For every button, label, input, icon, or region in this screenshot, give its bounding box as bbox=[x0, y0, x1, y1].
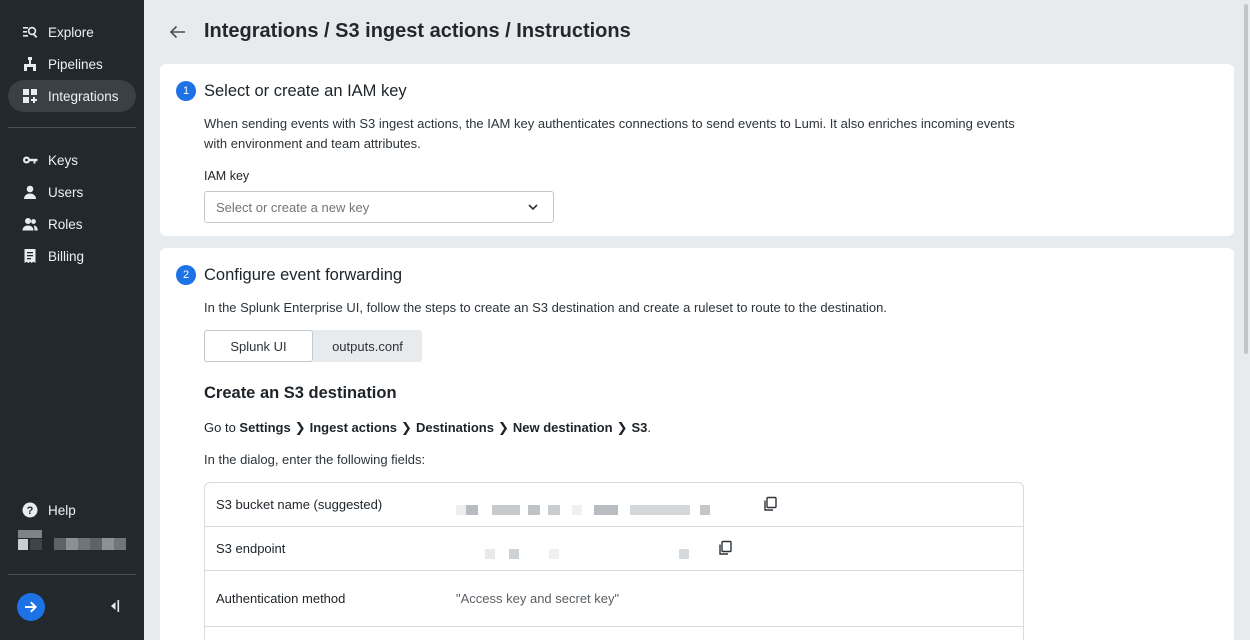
sidebar-item-pipelines[interactable]: Pipelines bbox=[8, 48, 136, 80]
chevron-right-icon: ❯ bbox=[497, 420, 509, 435]
scrollbar-thumb[interactable] bbox=[1244, 4, 1248, 354]
roles-icon bbox=[21, 215, 39, 233]
step2-description: In the Splunk Enterprise UI, follow the … bbox=[204, 300, 887, 315]
expand-action-button[interactable] bbox=[17, 593, 45, 621]
billing-icon bbox=[21, 247, 39, 265]
user-icon bbox=[21, 183, 39, 201]
step1-title: Select or create an IAM key bbox=[204, 82, 407, 100]
iam-key-select[interactable]: Select or create a new key bbox=[204, 191, 554, 223]
navigation-instructions: Go to Settings ❯ Ingest actions ❯ Destinatio… bbox=[204, 420, 651, 435]
table-row bbox=[205, 627, 1023, 640]
step1-card: 1 Select or create an IAM key When sendi… bbox=[160, 64, 1234, 236]
step2-title: Configure event forwarding bbox=[204, 266, 403, 284]
sidebar-item-billing[interactable]: Billing bbox=[8, 240, 136, 272]
account-name bbox=[54, 538, 126, 550]
page-scrollbar[interactable] bbox=[1242, 0, 1250, 640]
sidebar-item-help[interactable]: ? Help bbox=[8, 494, 136, 526]
sidebar-item-label: Pipelines bbox=[48, 56, 103, 72]
sidebar-item-explore[interactable]: Explore bbox=[8, 16, 136, 48]
chevron-right-icon: ❯ bbox=[294, 420, 306, 435]
iam-key-label: IAM key bbox=[204, 169, 250, 183]
sidebar-item-label: Users bbox=[48, 184, 84, 200]
help-icon: ? bbox=[21, 501, 39, 519]
fields-table: S3 bucket name (suggested) S3 endpoint A… bbox=[204, 482, 1024, 640]
section-title: Create an S3 destination bbox=[204, 384, 397, 402]
step-number-badge: 2 bbox=[176, 265, 196, 285]
table-row: Authentication method "Access key and se… bbox=[205, 571, 1023, 627]
table-row: S3 endpoint bbox=[205, 527, 1023, 571]
sidebar-item-label: Billing bbox=[48, 248, 85, 264]
integrations-icon bbox=[21, 87, 39, 105]
redacted-value bbox=[485, 545, 689, 559]
step1-description: When sending events with S3 ingest actio… bbox=[204, 116, 1015, 151]
iam-key-select-placeholder: Select or create a new key bbox=[216, 199, 370, 215]
field-name: Authentication method bbox=[216, 591, 346, 606]
sidebar-item-label: Help bbox=[48, 502, 76, 518]
sidebar-divider bbox=[8, 574, 136, 575]
nav-path-ingest-actions: Ingest actions bbox=[309, 420, 398, 435]
sidebar-item-roles[interactable]: Roles bbox=[8, 208, 136, 240]
sidebar-item-users[interactable]: Users bbox=[8, 176, 136, 208]
nav-path-new-destination: New destination bbox=[512, 420, 613, 435]
page-title: Integrations / S3 ingest actions / Instr… bbox=[204, 20, 631, 42]
sidebar-item-keys[interactable]: Keys bbox=[8, 144, 136, 176]
chevron-right-icon: ❯ bbox=[401, 420, 412, 435]
field-name: S3 endpoint bbox=[216, 541, 286, 556]
explore-icon bbox=[21, 23, 39, 41]
collapse-icon bbox=[111, 600, 120, 612]
back-button[interactable] bbox=[168, 22, 188, 42]
step2-card: 2 Configure event forwarding In the Splu… bbox=[160, 248, 1234, 640]
collapse-sidebar-button[interactable] bbox=[106, 597, 122, 615]
tab-outputs-conf[interactable]: outputs.conf bbox=[313, 330, 422, 362]
field-name: S3 bucket name (suggested) bbox=[216, 497, 383, 512]
sidebar-item-label: Integrations bbox=[48, 88, 119, 104]
chevron-right-icon: ❯ bbox=[616, 420, 628, 435]
nav-path-settings: Settings bbox=[239, 420, 291, 435]
arrow-left-icon bbox=[169, 25, 185, 39]
table-row: S3 bucket name (suggested) bbox=[205, 483, 1023, 527]
field-value: "Access key and secret key" bbox=[456, 591, 620, 606]
sidebar-item-integrations[interactable]: Integrations bbox=[8, 80, 136, 112]
nav-path-destinations: Destinations bbox=[415, 420, 494, 435]
svg-text:?: ? bbox=[27, 505, 34, 517]
pipelines-icon bbox=[21, 55, 39, 73]
copy-icon[interactable] bbox=[717, 540, 733, 556]
dialog-instructions: In the dialog, enter the following field… bbox=[204, 452, 426, 467]
sidebar: Explore Pipelines Integrations Keys User… bbox=[0, 0, 144, 640]
tab-splunk-ui[interactable]: Splunk UI bbox=[204, 330, 313, 362]
sidebar-item-label: Roles bbox=[48, 216, 83, 232]
redacted-value bbox=[456, 501, 710, 515]
copy-icon[interactable] bbox=[762, 496, 778, 512]
key-icon bbox=[21, 151, 39, 169]
config-tabs: Splunk UI outputs.conf bbox=[204, 330, 422, 362]
chevron-down-icon bbox=[527, 201, 539, 213]
arrow-right-icon bbox=[25, 601, 37, 613]
sidebar-item-label: Explore bbox=[48, 24, 94, 40]
sidebar-item-label: Keys bbox=[48, 152, 79, 168]
avatar[interactable] bbox=[18, 530, 42, 550]
step-number-badge: 1 bbox=[176, 81, 196, 101]
nav-path-s3: S3 bbox=[631, 420, 648, 435]
sidebar-divider bbox=[8, 127, 136, 128]
